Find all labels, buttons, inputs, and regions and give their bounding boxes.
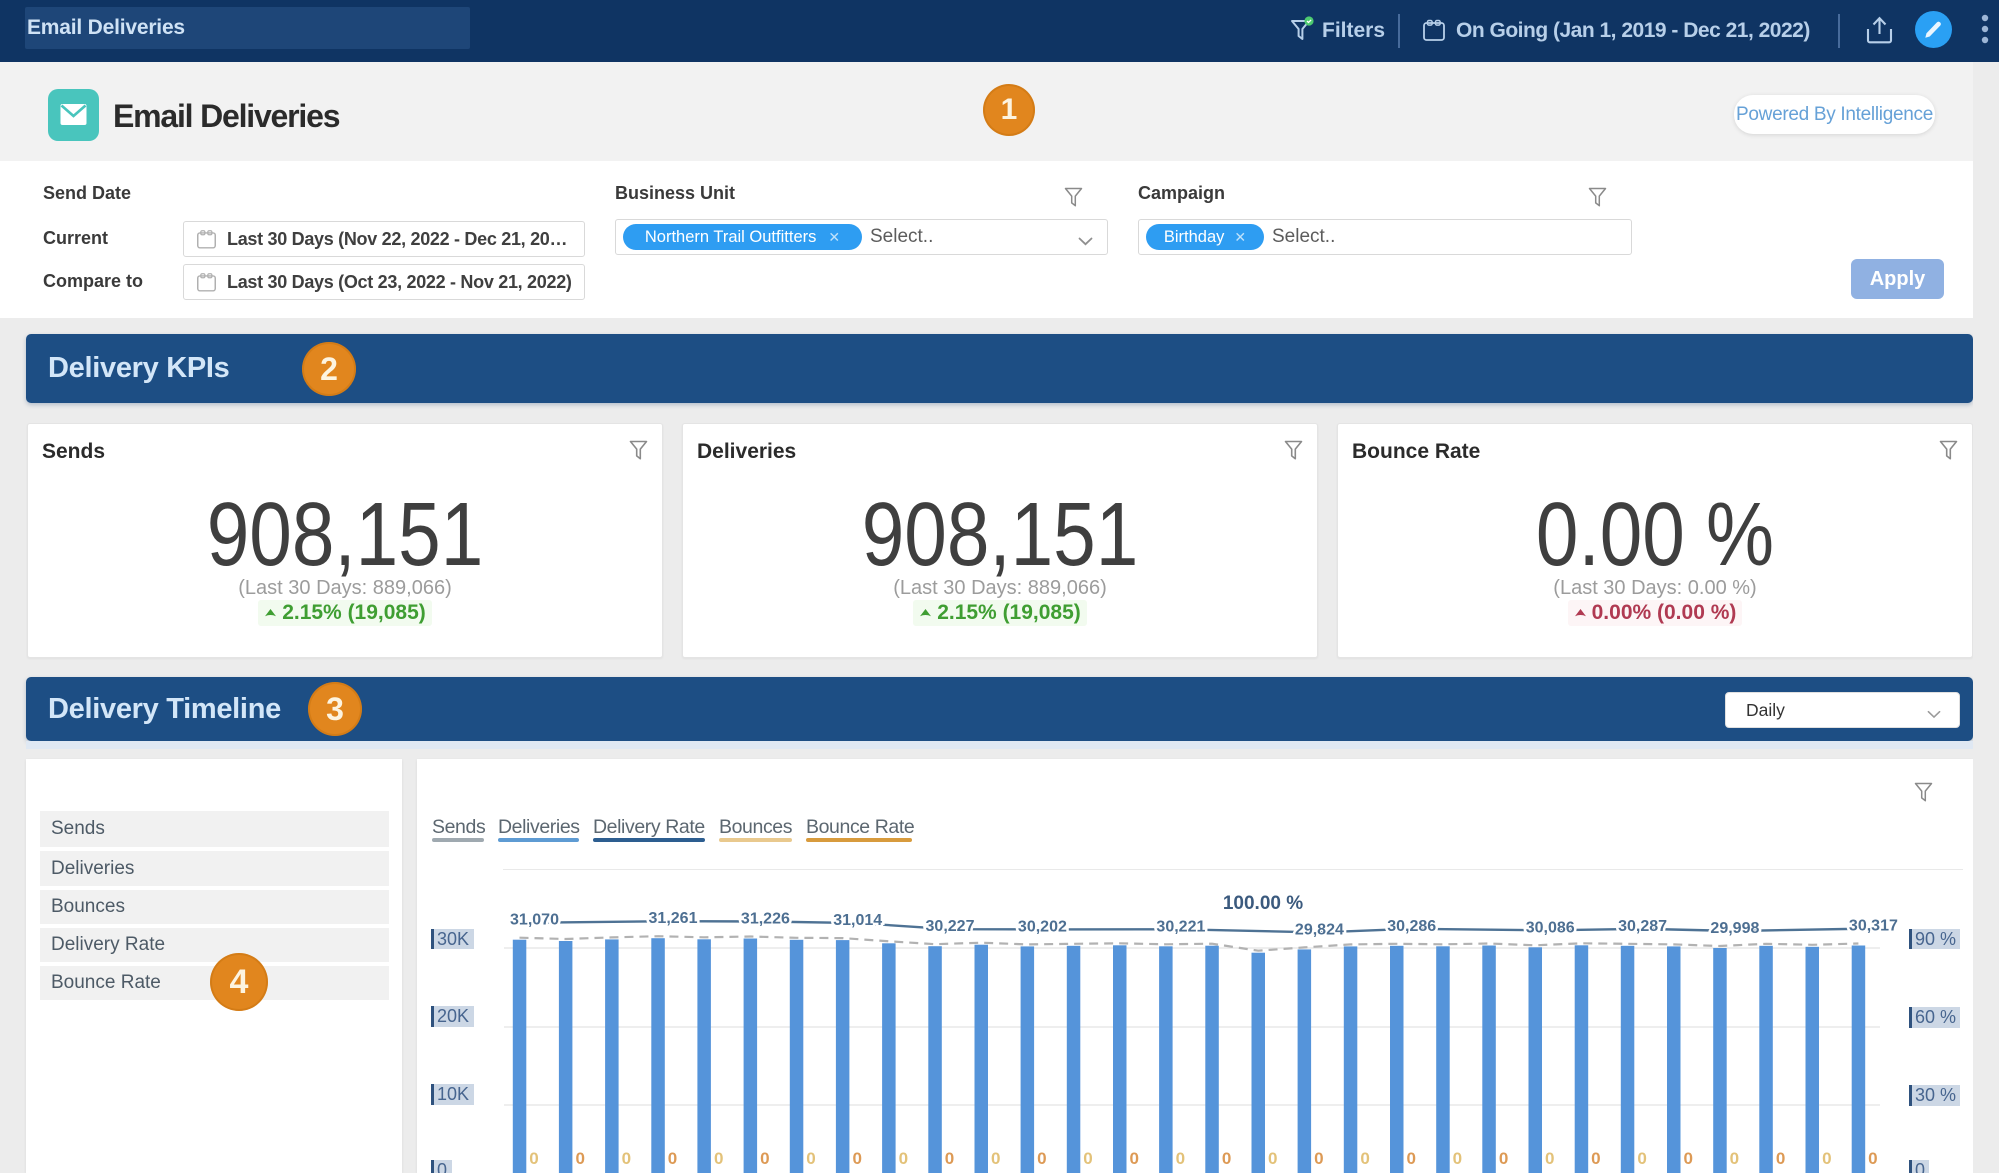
svg-text:100.00 %: 100.00 % bbox=[1223, 893, 1303, 914]
svg-text:0: 0 bbox=[1083, 1149, 1092, 1168]
svg-text:30,317: 30,317 bbox=[1849, 918, 1898, 935]
svg-text:31,226: 31,226 bbox=[741, 911, 790, 928]
svg-text:30,287: 30,287 bbox=[1618, 918, 1667, 935]
svg-text:0: 0 bbox=[1822, 1149, 1831, 1168]
svg-text:30,086: 30,086 bbox=[1526, 919, 1575, 936]
svg-text:0: 0 bbox=[899, 1149, 908, 1168]
svg-text:29,824: 29,824 bbox=[1295, 921, 1344, 938]
svg-text:0: 0 bbox=[1129, 1149, 1138, 1168]
svg-text:0: 0 bbox=[1776, 1149, 1785, 1168]
svg-text:0: 0 bbox=[1545, 1149, 1554, 1168]
svg-text:30,227: 30,227 bbox=[926, 918, 975, 935]
svg-text:0: 0 bbox=[575, 1149, 584, 1168]
svg-text:29,998: 29,998 bbox=[1710, 920, 1759, 937]
svg-text:30,221: 30,221 bbox=[1156, 918, 1205, 935]
svg-text:0: 0 bbox=[1453, 1149, 1462, 1168]
svg-text:0: 0 bbox=[1637, 1149, 1646, 1168]
svg-text:0: 0 bbox=[1406, 1149, 1415, 1168]
svg-text:0: 0 bbox=[1360, 1149, 1369, 1168]
svg-text:30,286: 30,286 bbox=[1387, 918, 1436, 935]
svg-text:0: 0 bbox=[945, 1149, 954, 1168]
svg-text:0: 0 bbox=[714, 1149, 723, 1168]
svg-text:0: 0 bbox=[1037, 1149, 1046, 1168]
svg-text:0: 0 bbox=[1683, 1149, 1692, 1168]
svg-text:0: 0 bbox=[1176, 1149, 1185, 1168]
svg-text:0: 0 bbox=[1868, 1149, 1877, 1168]
svg-text:0: 0 bbox=[852, 1149, 861, 1168]
svg-text:0: 0 bbox=[806, 1149, 815, 1168]
svg-text:31,261: 31,261 bbox=[649, 910, 698, 927]
svg-text:0: 0 bbox=[1222, 1149, 1231, 1168]
svg-text:0: 0 bbox=[622, 1149, 631, 1168]
svg-text:0: 0 bbox=[991, 1149, 1000, 1168]
svg-text:0: 0 bbox=[1314, 1149, 1323, 1168]
svg-text:0: 0 bbox=[529, 1149, 538, 1168]
svg-text:0: 0 bbox=[668, 1149, 677, 1168]
svg-text:31,014: 31,014 bbox=[833, 912, 882, 929]
svg-text:0: 0 bbox=[1268, 1149, 1277, 1168]
svg-text:0: 0 bbox=[1730, 1149, 1739, 1168]
svg-text:0: 0 bbox=[1499, 1149, 1508, 1168]
svg-text:0: 0 bbox=[1591, 1149, 1600, 1168]
svg-text:31,070: 31,070 bbox=[510, 912, 559, 929]
svg-text:0: 0 bbox=[760, 1149, 769, 1168]
svg-text:30,202: 30,202 bbox=[1018, 918, 1067, 935]
